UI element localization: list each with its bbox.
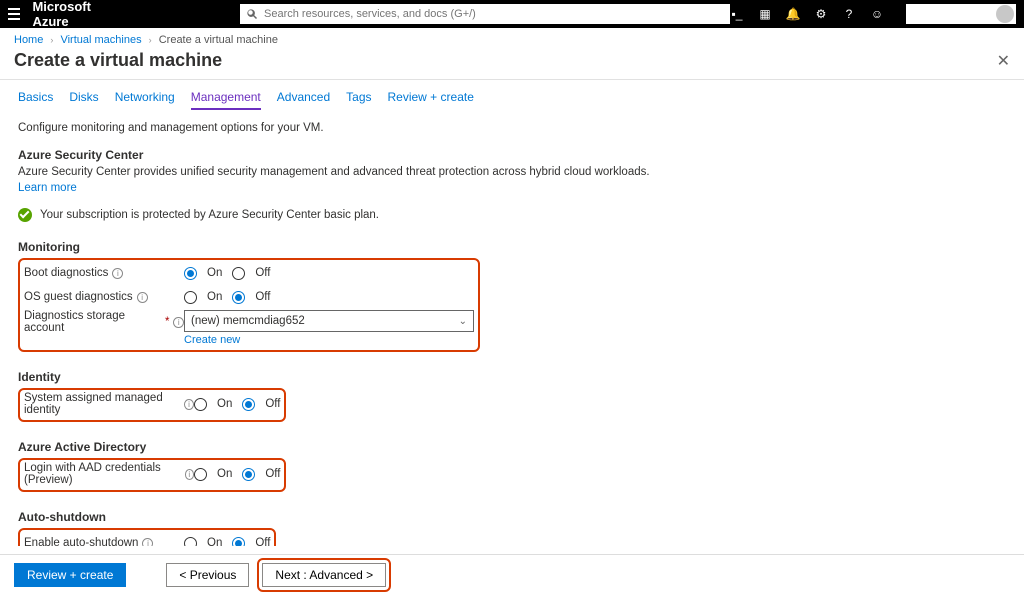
chevron-right-icon: ›	[50, 35, 53, 45]
intro-text: Configure monitoring and management opti…	[18, 122, 1010, 134]
protected-text: Your subscription is protected by Azure …	[40, 209, 379, 221]
info-icon[interactable]: i	[185, 469, 194, 480]
user-account[interactable]	[906, 4, 1016, 24]
previous-button[interactable]: < Previous	[166, 563, 249, 587]
info-icon[interactable]: i	[184, 399, 194, 410]
chevron-down-icon: ⌄	[459, 316, 467, 327]
sys-identity-off[interactable]	[242, 398, 255, 411]
asc-heading: Azure Security Center	[18, 148, 1010, 162]
highlight-identity: System assigned managed identityi On Off	[18, 388, 286, 422]
autoshutdown-on[interactable]	[184, 537, 197, 547]
aad-heading: Azure Active Directory	[18, 440, 1010, 454]
content: Basics Disks Networking Management Advan…	[0, 80, 1024, 546]
info-icon[interactable]: i	[173, 317, 184, 328]
tab-advanced[interactable]: Advanced	[277, 90, 330, 110]
help-icon[interactable]: ?	[842, 7, 856, 21]
tab-networking[interactable]: Networking	[115, 90, 175, 110]
info-icon[interactable]: i	[142, 538, 153, 547]
check-icon	[18, 208, 32, 222]
footer: Review + create < Previous Next : Advanc…	[0, 554, 1024, 594]
tab-tags[interactable]: Tags	[346, 90, 371, 110]
topbar: Microsoft Azure ▪_ ▦ 🔔 ⚙ ? ☺	[0, 0, 1024, 28]
search-icon	[246, 8, 258, 20]
identity-heading: Identity	[18, 370, 1010, 384]
search-input[interactable]	[264, 8, 724, 20]
next-button[interactable]: Next : Advanced >	[262, 563, 386, 587]
diag-storage-label: Diagnostics storage account * i	[24, 310, 184, 334]
boot-diag-label: Boot diagnosticsi	[24, 267, 184, 279]
chevron-right-icon: ›	[149, 35, 152, 45]
aad-login-label: Login with AAD credentials (Preview)i	[24, 462, 194, 486]
tab-disks[interactable]: Disks	[69, 90, 98, 110]
menu-icon[interactable]	[8, 8, 20, 20]
directory-icon[interactable]: ▦	[758, 7, 772, 21]
tab-management[interactable]: Management	[191, 90, 261, 110]
settings-icon[interactable]: ⚙	[814, 7, 828, 21]
boot-diag-radio[interactable]: On Off	[184, 267, 270, 280]
brand: Microsoft Azure	[32, 0, 100, 29]
info-icon[interactable]: i	[112, 268, 123, 279]
autoshutdown-off[interactable]	[232, 537, 245, 547]
breadcrumb-current: Create a virtual machine	[159, 34, 278, 46]
aad-login-off[interactable]	[242, 468, 255, 481]
boot-diag-on[interactable]	[184, 267, 197, 280]
cloud-shell-icon[interactable]: ▪_	[730, 7, 744, 21]
tabs: Basics Disks Networking Management Advan…	[18, 90, 1010, 110]
highlight-aad: Login with AAD credentials (Preview)i On…	[18, 458, 286, 492]
sys-identity-label: System assigned managed identityi	[24, 392, 194, 416]
os-guest-label: OS guest diagnosticsi	[24, 291, 184, 303]
create-new-link[interactable]: Create new	[184, 334, 474, 346]
autoshutdown-heading: Auto-shutdown	[18, 510, 1010, 524]
highlight-next: Next : Advanced >	[257, 558, 391, 592]
feedback-icon[interactable]: ☺	[870, 7, 884, 21]
breadcrumb-home[interactable]: Home	[14, 34, 43, 46]
sys-identity-radio[interactable]: On Off	[194, 398, 280, 411]
avatar	[996, 5, 1014, 23]
boot-diag-off[interactable]	[232, 267, 245, 280]
protected-row: Your subscription is protected by Azure …	[18, 208, 1010, 222]
sys-identity-on[interactable]	[194, 398, 207, 411]
top-icons: ▪_ ▦ 🔔 ⚙ ? ☺	[730, 4, 1016, 24]
asc-learn-more[interactable]: Learn more	[18, 182, 77, 194]
info-icon[interactable]: i	[137, 292, 148, 303]
page-title: Create a virtual machine	[14, 50, 222, 71]
monitoring-heading: Monitoring	[18, 240, 1010, 254]
breadcrumb: Home › Virtual machines › Create a virtu…	[0, 28, 1024, 48]
diag-storage-dropdown[interactable]: (new) memcmdiag652 ⌄	[184, 310, 474, 332]
autoshutdown-label: Enable auto-shutdowni	[24, 537, 184, 546]
highlight-autoshutdown: Enable auto-shutdowni On Off	[18, 528, 276, 546]
os-guest-off[interactable]	[232, 291, 245, 304]
close-icon[interactable]: ✕	[997, 51, 1010, 71]
asc-text: Azure Security Center provides unified s…	[18, 166, 1010, 178]
blade-header: Create a virtual machine ✕	[0, 48, 1024, 80]
tab-review[interactable]: Review + create	[388, 90, 474, 110]
os-guest-radio[interactable]: On Off	[184, 291, 270, 304]
notifications-icon[interactable]: 🔔	[786, 7, 800, 21]
highlight-monitoring: Boot diagnosticsi On Off OS guest diagno…	[18, 258, 480, 352]
breadcrumb-vms[interactable]: Virtual machines	[60, 34, 141, 46]
os-guest-on[interactable]	[184, 291, 197, 304]
autoshutdown-radio[interactable]: On Off	[184, 537, 270, 547]
review-create-button[interactable]: Review + create	[14, 563, 126, 587]
aad-login-on[interactable]	[194, 468, 207, 481]
aad-login-radio[interactable]: On Off	[194, 468, 280, 481]
global-search[interactable]	[240, 4, 730, 24]
tab-basics[interactable]: Basics	[18, 90, 53, 110]
